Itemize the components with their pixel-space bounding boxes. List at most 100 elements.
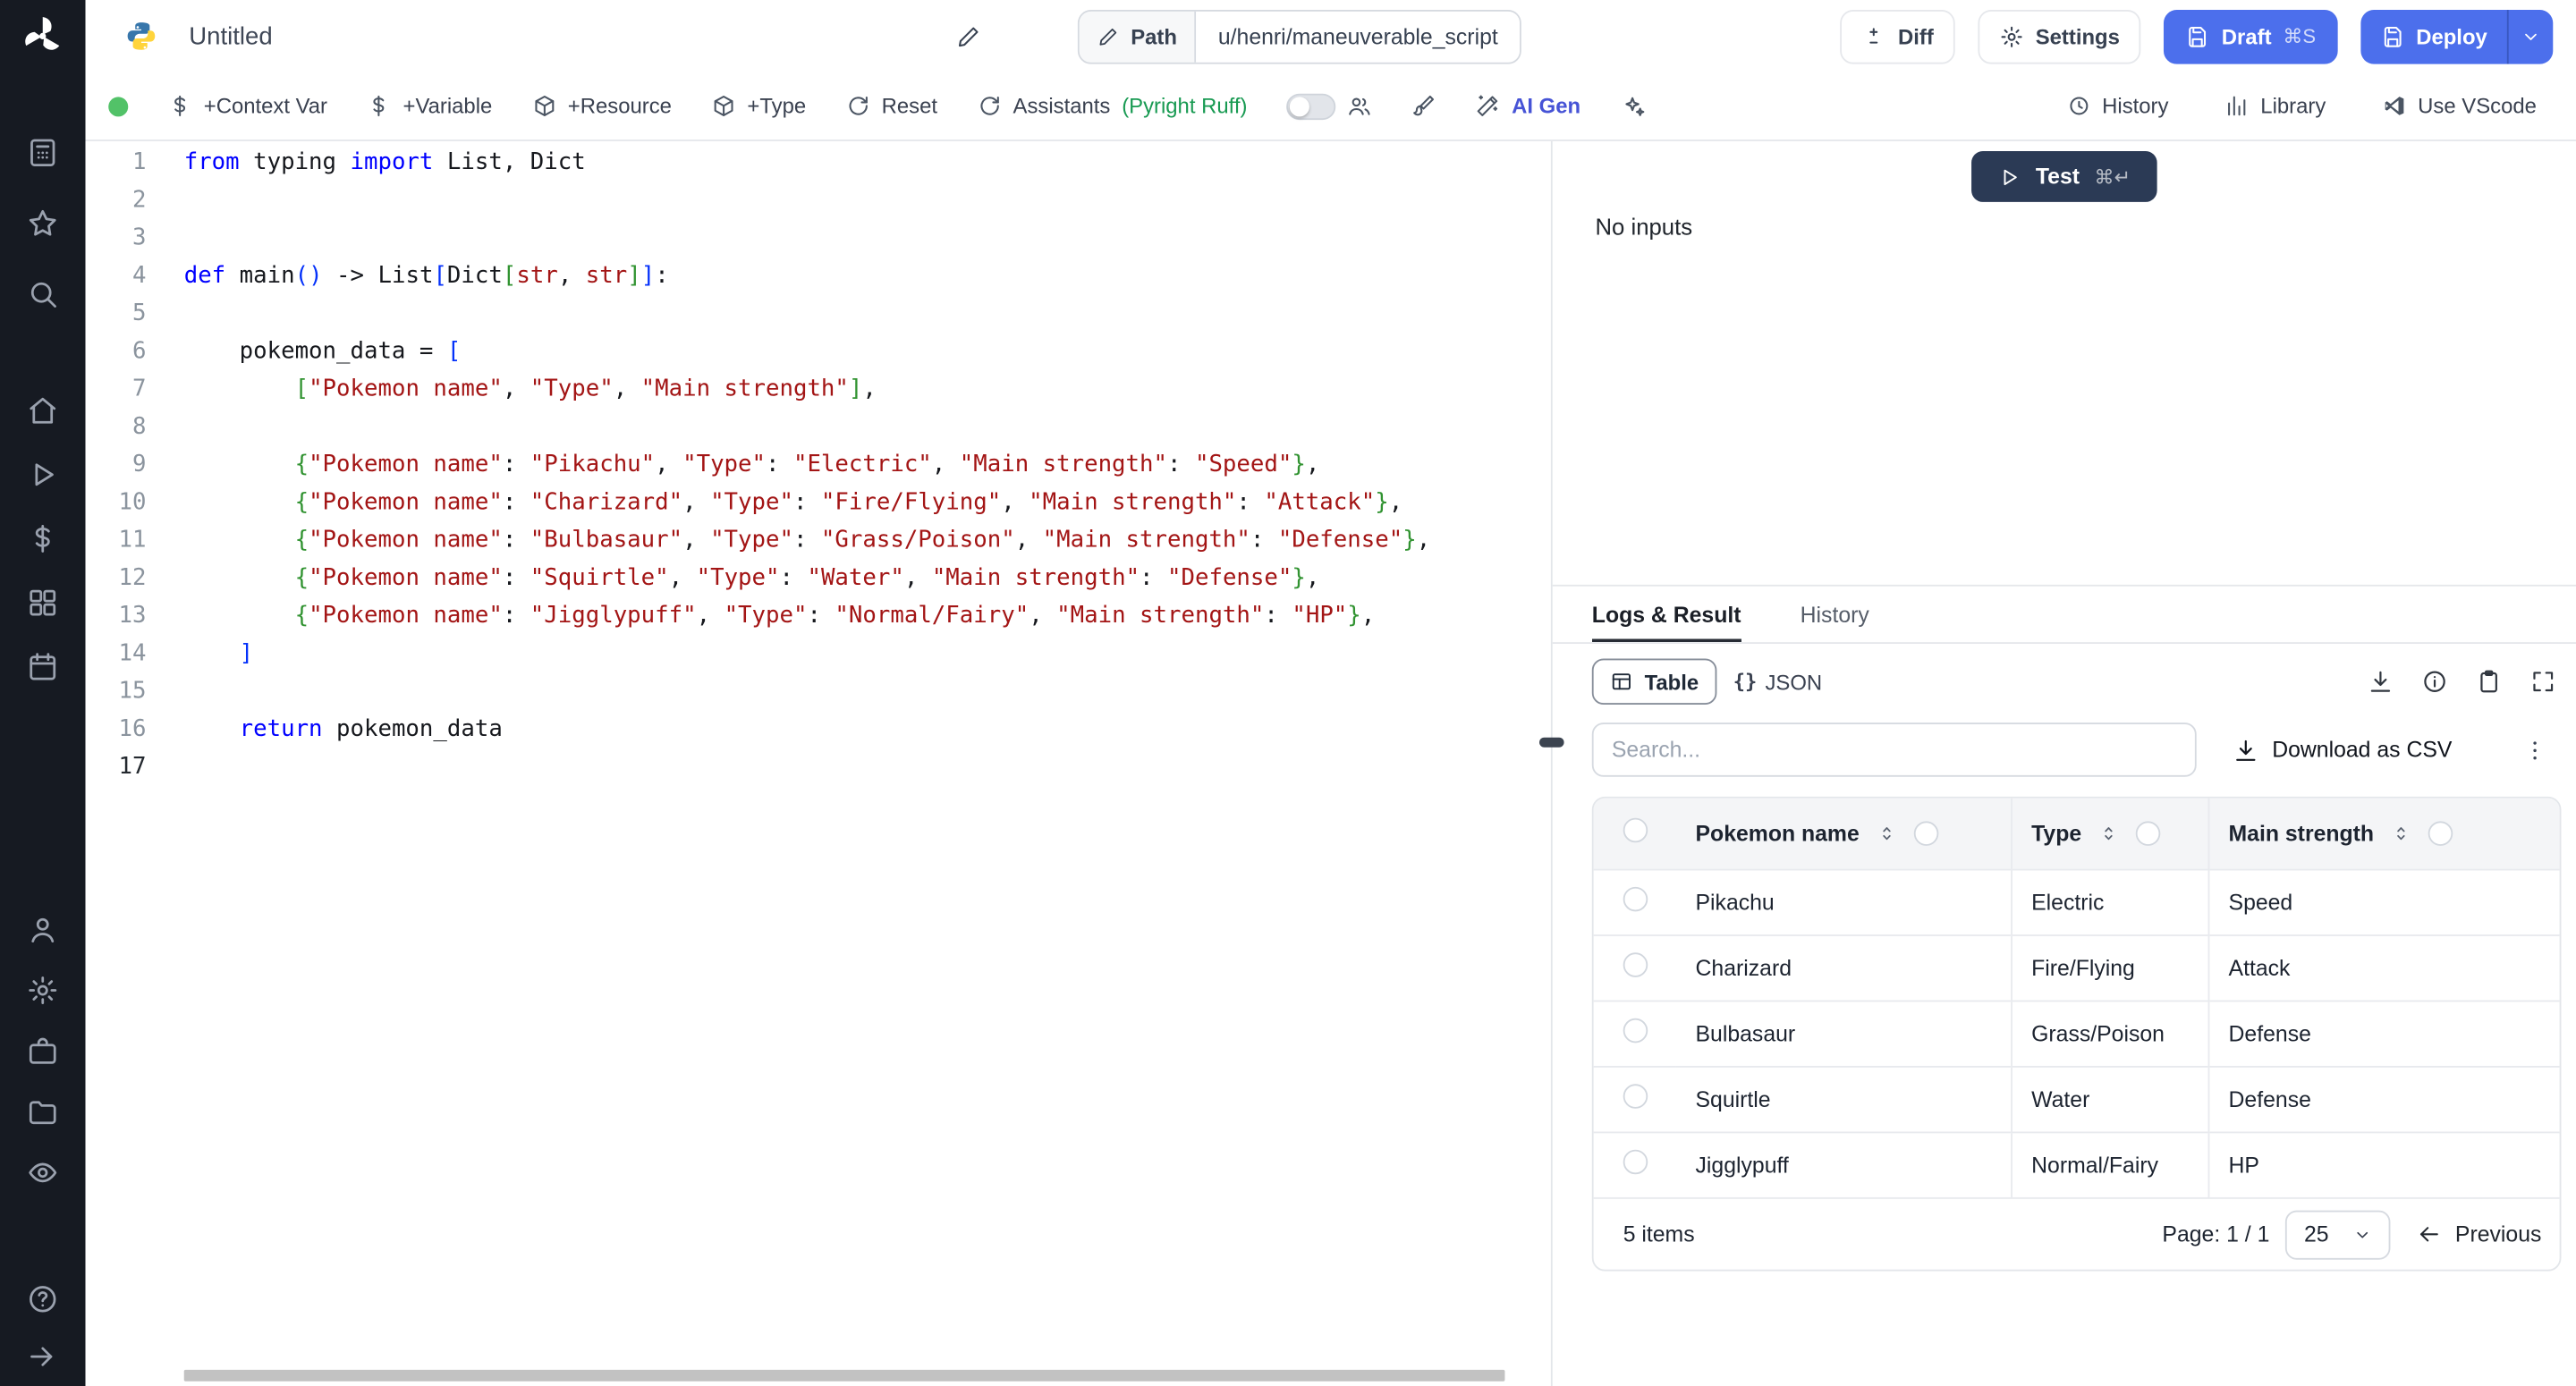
view-json-button[interactable]: {}JSON [1716,659,1838,705]
code-lines: 1from typing import List, Dict234def mai… [86,145,1551,787]
column-checkbox[interactable] [2428,821,2453,846]
multiplayer-toggle[interactable] [1287,93,1336,119]
diff-button[interactable]: Diff [1841,9,1955,63]
assistants-status: (Pyright Ruff) [1122,94,1247,119]
code-line[interactable]: 3 [86,220,1551,258]
code-line[interactable]: 2 [86,182,1551,220]
select-all-checkbox[interactable] [1623,818,1648,843]
table-row[interactable]: CharizardFire/FlyingAttack [1594,934,2560,1000]
sort-icon[interactable] [2390,823,2411,844]
assistants-button[interactable]: Assistants(Pyright Ruff) [977,94,1247,119]
expand-icon[interactable] [2530,669,2556,695]
add-variable-button[interactable]: +Variable [367,94,492,119]
row-checkbox[interactable] [1623,1084,1648,1109]
settings-button[interactable]: Settings [1978,9,2140,63]
sidebar-calendar-icon[interactable] [26,650,59,683]
sort-icon[interactable] [1876,823,1897,844]
test-button[interactable]: Test⌘↵ [1971,151,2157,202]
sidebar-play-icon[interactable] [26,458,59,491]
code-line[interactable]: 13 {"Pokemon name": "Jigglypuff", "Type"… [86,598,1551,636]
info-icon[interactable] [2421,669,2447,695]
panel-resize-handle[interactable] [1539,738,1564,748]
code-line[interactable]: 1from typing import List, Dict [86,145,1551,182]
sidebar-collapse-icon[interactable] [26,1340,59,1373]
edit-title-button[interactable] [944,12,993,61]
page-size-select[interactable]: 25 [2286,1210,2392,1259]
reset-button[interactable]: Reset [845,94,937,119]
draft-button[interactable]: Draft⌘S [2165,9,2338,63]
code-line[interactable]: 11 {"Pokemon name": "Bulbasaur", "Type":… [86,522,1551,560]
table-cell: Speed [2208,869,2560,934]
table-cell: Bulbasaur [1675,1001,2011,1066]
code-line[interactable]: 14 ] [86,636,1551,673]
row-checkbox[interactable] [1623,1150,1648,1175]
code-line[interactable]: 8 [86,409,1551,446]
add-type-button[interactable]: +Type [711,94,806,119]
history-icon [2066,94,2091,119]
code-line[interactable]: 5 [86,296,1551,334]
kebab-icon [2521,737,2547,763]
sidebar-search-icon[interactable] [26,277,59,310]
code-line[interactable]: 4def main() -> List[Dict[str, str]]: [86,258,1551,295]
sidebar-home-icon[interactable] [26,394,59,427]
tab-logs-result[interactable]: Logs & Result [1592,587,1741,642]
sidebar-star-icon[interactable] [26,207,59,240]
code-line[interactable]: 16 return pokemon_data [86,711,1551,748]
deploy-dropdown-button[interactable] [2507,9,2553,63]
table-row[interactable]: JigglypuffNormal/FairyHP [1594,1132,2560,1197]
download-icon[interactable] [2368,669,2394,695]
horizontal-scrollbar[interactable] [184,1370,1505,1382]
refresh-icon [977,94,1002,119]
code-editor[interactable]: 1from typing import List, Dict234def mai… [86,141,1553,1386]
code-line[interactable]: 17 [86,749,1551,787]
sidebar-briefcase-icon[interactable] [26,1035,59,1068]
deploy-button[interactable]: Deploy [2360,9,2507,63]
sidebar-dollar-icon[interactable] [26,522,59,555]
table-row[interactable]: BulbasaurGrass/PoisonDefense [1594,1001,2560,1066]
code-line[interactable]: 7 ["Pokemon name", "Type", "Main strengt… [86,371,1551,409]
code-line[interactable]: 6 pokemon_data = [ [86,334,1551,371]
history-button[interactable]: History [2066,94,2169,119]
copy-icon[interactable] [2476,669,2502,695]
sidebar [0,0,86,1386]
use-vscode-button[interactable]: Use VScode [2382,94,2537,119]
table-cell: Defense [2208,1066,2560,1131]
code-line[interactable]: 10 {"Pokemon name": "Charizard", "Type":… [86,485,1551,522]
row-checkbox[interactable] [1623,887,1648,912]
table-icon [1610,670,1633,693]
ai-gen-button[interactable]: AI Gen [1476,94,1580,119]
table-row[interactable]: PikachuElectricSpeed [1594,869,2560,934]
table-row[interactable]: SquirtleWaterDefense [1594,1066,2560,1131]
add-context-var-button[interactable]: +Context Var [167,94,327,119]
line-number: 6 [86,334,184,371]
code-line[interactable]: 9 {"Pokemon name": "Pikachu", "Type": "E… [86,447,1551,485]
windmill-logo[interactable] [20,13,65,59]
add-resource-button[interactable]: +Resource [531,94,672,119]
path-editor[interactable]: Path u/henri/maneuverable_script [1078,9,1521,63]
sort-icon[interactable] [2098,823,2120,844]
users-icon[interactable] [1347,94,1372,119]
table-menu-button[interactable] [2513,729,2556,772]
column-checkbox[interactable] [1913,821,1938,846]
sidebar-help-icon[interactable] [26,1282,59,1315]
download-csv-button[interactable]: Download as CSV [2233,737,2452,763]
code-line[interactable]: 15 [86,673,1551,711]
sidebar-gear-icon[interactable] [26,974,59,1007]
previous-page-button[interactable]: Previous [2418,1222,2542,1247]
format-button[interactable] [1411,94,1436,119]
code-line[interactable]: 12 {"Pokemon name": "Squirtle", "Type": … [86,560,1551,597]
sidebar-grid-icon[interactable] [26,136,59,169]
view-table-button[interactable]: Table [1592,659,1717,705]
row-checkbox[interactable] [1623,952,1648,977]
search-input[interactable] [1592,723,2197,777]
sidebar-boxes-icon[interactable] [26,587,59,620]
ai-sparkles-button[interactable] [1620,93,1646,119]
path-chip[interactable]: Path [1080,11,1197,62]
tab-history[interactable]: History [1801,587,1869,642]
sidebar-user-icon[interactable] [26,913,59,946]
row-checkbox[interactable] [1623,1018,1648,1044]
column-checkbox[interactable] [2136,821,2161,846]
library-button[interactable]: Library [2224,94,2326,119]
sidebar-folder-icon[interactable] [26,1095,59,1128]
sidebar-eye-icon[interactable] [26,1156,59,1189]
